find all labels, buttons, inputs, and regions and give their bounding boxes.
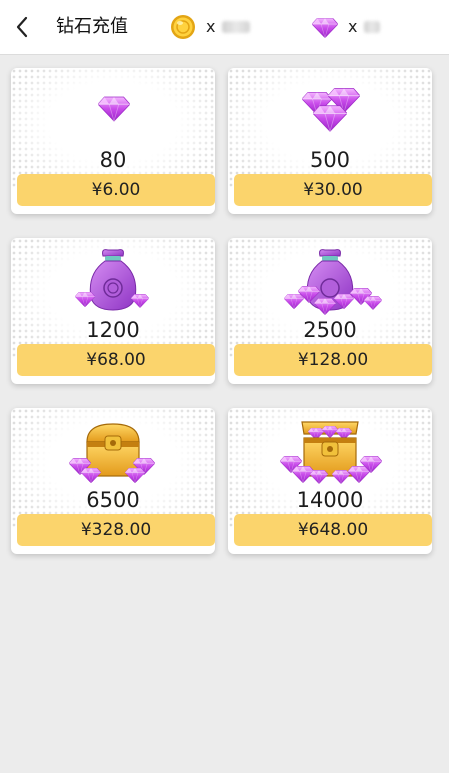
package-amount: 6500	[86, 488, 140, 512]
treasure-chest-overflow-icon	[280, 421, 382, 484]
package-amount: 2500	[303, 318, 357, 342]
package-card-14000[interactable]: 14000 ¥648.00	[228, 408, 432, 554]
gold-coin-icon	[171, 15, 195, 39]
package-amount: 14000	[296, 488, 364, 512]
diamond-balance-value	[364, 21, 380, 33]
diamond-bag-icon	[75, 249, 149, 311]
package-card-1200[interactable]: 1200 ¥68.00	[11, 238, 215, 384]
single-diamond-icon	[98, 96, 130, 122]
price-button[interactable]: ¥328.00	[17, 514, 215, 546]
treasure-chest-icon	[69, 423, 155, 483]
package-card-2500[interactable]: 2500 ¥128.00	[228, 238, 432, 384]
package-amount: 80	[99, 148, 127, 172]
coin-balance-label: x	[206, 17, 216, 36]
back-button[interactable]	[12, 14, 34, 40]
diamond-balance-label: x	[348, 17, 358, 36]
price-button[interactable]: ¥648.00	[234, 514, 432, 546]
price-button[interactable]: ¥128.00	[234, 344, 432, 376]
price-button[interactable]: ¥6.00	[17, 174, 215, 206]
page-title: 钻石充值	[56, 16, 128, 37]
coin-balance-value	[222, 21, 250, 33]
package-card-80[interactable]: 80 ¥6.00	[11, 68, 215, 214]
package-card-6500[interactable]: 6500 ¥328.00	[11, 408, 215, 554]
diamond-cluster-icon	[302, 88, 360, 132]
top-bar: 钻石充值 x x	[0, 0, 449, 55]
chevron-left-icon	[16, 16, 28, 38]
package-amount: 1200	[86, 318, 140, 342]
price-button[interactable]: ¥30.00	[234, 174, 432, 206]
diamond-bag-pile-icon	[284, 249, 382, 315]
package-card-500[interactable]: 500 ¥30.00	[228, 68, 432, 214]
package-amount: 500	[309, 148, 351, 172]
price-button[interactable]: ¥68.00	[17, 344, 215, 376]
diamond-icon	[312, 17, 338, 39]
